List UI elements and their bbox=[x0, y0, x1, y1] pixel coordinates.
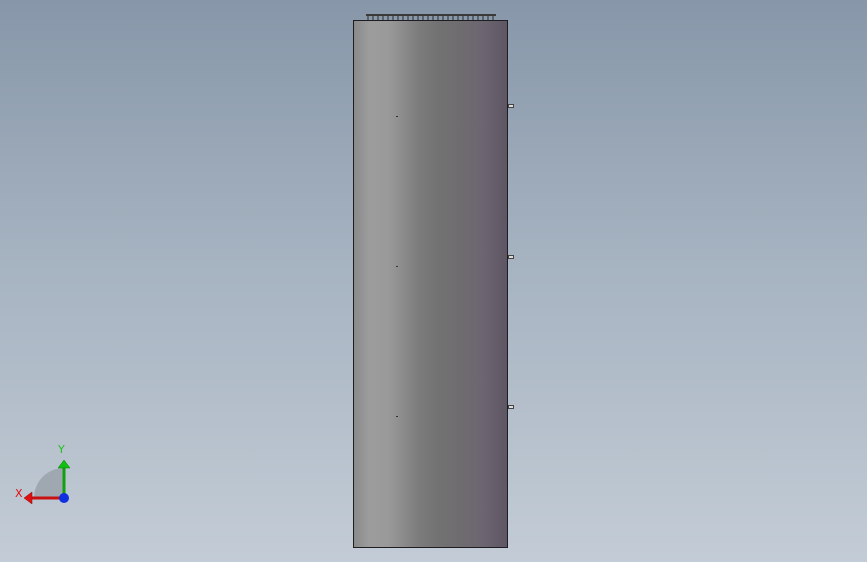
hole-marker bbox=[396, 116, 398, 117]
mount-tab[interactable] bbox=[508, 255, 514, 259]
graphics-viewport[interactable]: Y X bbox=[0, 0, 867, 562]
cylinder-body[interactable] bbox=[353, 20, 508, 548]
x-axis-label: X bbox=[15, 487, 23, 500]
hole-marker bbox=[396, 266, 398, 267]
orientation-triad[interactable]: Y X bbox=[12, 440, 82, 510]
mount-tab[interactable] bbox=[508, 104, 514, 108]
hole-marker bbox=[396, 416, 398, 417]
y-axis-label: Y bbox=[58, 443, 65, 456]
mount-tab[interactable] bbox=[508, 405, 514, 409]
